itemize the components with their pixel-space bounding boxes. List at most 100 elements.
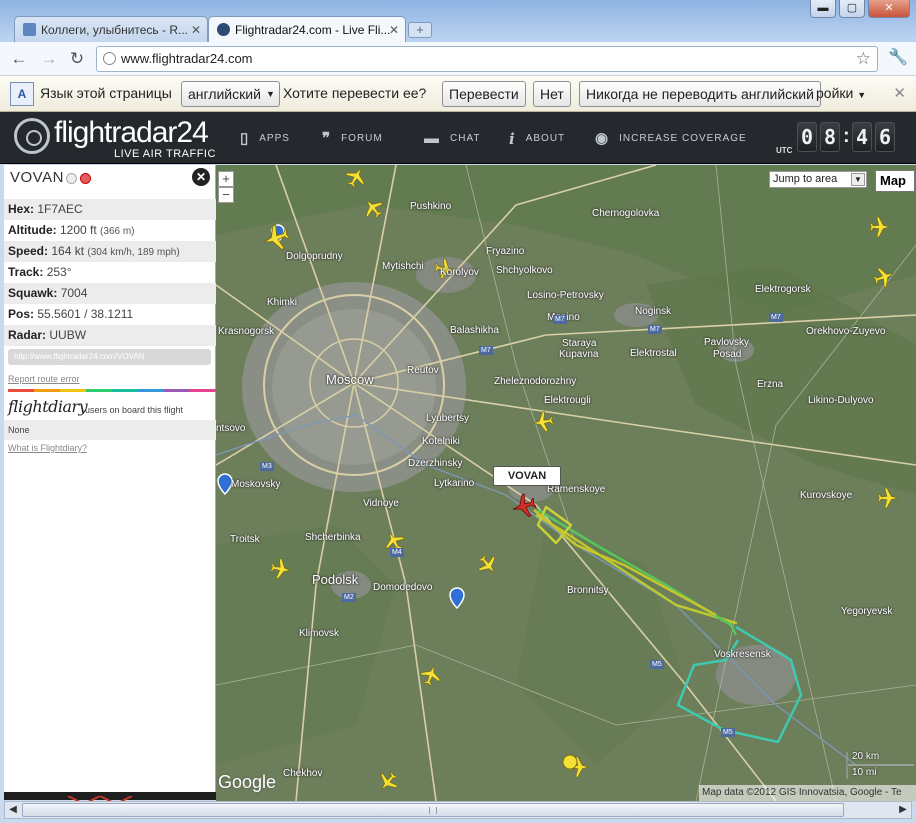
horizontal-scrollbar[interactable]: ◀ ▶ [4, 801, 912, 819]
minimize-icon[interactable]: ▬ [810, 0, 836, 18]
reload-icon[interactable]: ↻ [66, 48, 88, 70]
scrollbar-thumb[interactable] [22, 803, 844, 817]
eye-icon: ◉ [595, 130, 610, 147]
tab-close-icon[interactable]: ✕ [389, 17, 399, 42]
city-label: Likino-Dulyovo [808, 395, 874, 406]
chevron-down-icon: ▼ [857, 90, 867, 100]
bookmark-star-icon[interactable]: ☆ [856, 47, 871, 71]
language-select[interactable]: английский ▼ [181, 81, 280, 107]
address-bar[interactable]: www.flightradar24.com ☆ [96, 46, 878, 72]
selected-flight-label[interactable]: VOVAN [493, 466, 561, 486]
map-type-button[interactable]: Map [875, 170, 915, 192]
city-label: Orekhovo-Zuyevo [806, 326, 886, 337]
city-label: Erzna [757, 379, 784, 390]
forward-arrow-icon[interactable]: → [38, 48, 60, 70]
site-favicon-icon [23, 23, 36, 36]
row-label: Track: [8, 265, 44, 279]
translate-question: Хотите перевести ее? [283, 85, 427, 101]
close-window-icon[interactable]: ✕ [868, 0, 910, 18]
info-row-squawk: Squawk: 7004 [4, 283, 216, 304]
city-label: Kotelniki [422, 436, 460, 447]
flight-url-field[interactable]: http://www.flightradar24.com/VOVAN [8, 349, 211, 365]
nav-apps[interactable]: ▯ APPS [240, 130, 290, 148]
clock-digit: 8 [820, 122, 840, 152]
google-logo[interactable]: Google [218, 772, 276, 793]
tab-close-icon[interactable]: ✕ [191, 17, 201, 42]
tab-title: Коллеги, улыбнитесь - R... [41, 23, 189, 37]
chat-bubble-icon: ▬ [424, 130, 440, 147]
nav-about[interactable]: i ABOUT [509, 130, 565, 148]
no-button[interactable]: Нет [533, 81, 571, 107]
row-value: 7004 [60, 286, 88, 300]
airline-info-icon[interactable] [66, 173, 77, 184]
map-attribution[interactable]: Map data ©2012 GIS Innovatsia, Google - … [699, 785, 916, 801]
row-label: Squawk: [8, 286, 58, 300]
translate-icon: A [10, 82, 34, 106]
what-is-flightdiary-link[interactable]: What is Flightdiary? [8, 443, 87, 453]
tab-flightradar24[interactable]: Flightradar24.com - Live Fli... ✕ [208, 16, 406, 42]
maximize-icon[interactable]: ▢ [839, 0, 865, 18]
row-label: Hex: [8, 202, 35, 216]
selected-aircraft-icon [509, 491, 539, 521]
city-label: Voskresensk [714, 649, 771, 660]
options-dropdown[interactable]: ройки ▼ [816, 85, 866, 101]
city-label: Lytkarino [434, 478, 475, 489]
city-label: Kupavna [559, 349, 599, 360]
city-label: Elektrogorsk [755, 284, 811, 295]
info-row-track: Track: 253° [4, 262, 216, 283]
nav-increase-coverage[interactable]: ◉ INCREASE COVERAGE [595, 130, 747, 148]
info-row-altitude: Altitude: 1200 ft (366 m) [4, 220, 216, 241]
nav-chat[interactable]: ▬ CHAT [424, 130, 480, 148]
clock-digit: 6 [875, 122, 895, 152]
scale-mi: 10 mi [852, 767, 877, 778]
city-label: Elektrostal [630, 348, 677, 359]
infobar-close-icon[interactable]: ✕ [893, 84, 906, 102]
tab-kollegi[interactable]: Коллеги, улыбнитесь - R... ✕ [14, 16, 208, 42]
city-label: Shcherbinka [305, 532, 361, 543]
city-label: Khimki [267, 297, 298, 308]
road-shield: M7 [479, 346, 493, 355]
stop-icon[interactable] [80, 173, 91, 184]
nav-forum[interactable]: ❞ FORUM [322, 130, 383, 148]
city-label: Moskovsky [231, 479, 281, 490]
aircraft-icon [373, 767, 403, 797]
flightdiary-logo[interactable]: flightdiary [8, 397, 88, 416]
aircraft-icon [870, 263, 898, 291]
aircraft-icon [268, 556, 294, 582]
jump-to-area-select[interactable]: Jump to area ▼ [769, 171, 867, 188]
aircraft-icon [473, 550, 503, 580]
zoom-out-button[interactable]: − [218, 187, 234, 203]
nav-label: CHAT [450, 133, 481, 144]
aircraft-icon [341, 165, 371, 192]
city-label: Losino-Petrovsky [527, 290, 604, 301]
wrench-menu-icon[interactable]: 🔧 [888, 47, 908, 67]
new-tab-button[interactable]: + [408, 22, 432, 38]
city-label: Elektrougli [544, 395, 591, 406]
map-area[interactable]: + − Jump to area ▼ Map Pushkino Chernogo… [216, 165, 916, 801]
flightdiary-value: None [4, 420, 216, 440]
info-row-hex: Hex: 1F7AEC [4, 199, 216, 220]
site-tagline: LIVE AIR TRAFFIC [114, 148, 216, 160]
city-label: ntsovo [216, 423, 246, 434]
translate-button[interactable]: Перевести [442, 81, 526, 107]
close-panel-icon[interactable]: ✕ [192, 168, 210, 186]
city-label: Mytishchi [382, 261, 424, 272]
zoom-in-button[interactable]: + [218, 171, 234, 187]
warning-marker-icon [562, 754, 578, 770]
nav-label: FORUM [341, 133, 383, 144]
scroll-left-icon[interactable]: ◀ [5, 802, 21, 818]
chevron-down-icon: ▼ [265, 89, 275, 99]
info-row-speed: Speed: 164 kt (304 km/h, 189 mph) [4, 241, 216, 262]
row-label: Speed: [8, 244, 49, 258]
aircraft-icon [530, 409, 556, 435]
road-shield: M3 [260, 462, 274, 471]
row-value: 253° [46, 265, 72, 279]
scroll-right-icon[interactable]: ▶ [895, 802, 911, 818]
never-translate-button[interactable]: Никогда не переводить английский [579, 81, 821, 107]
site-logo[interactable]: flightradar24 [54, 116, 209, 150]
report-route-error-link[interactable]: Report route error [8, 374, 80, 384]
row-value: 164 kt [51, 244, 85, 258]
chevron-down-icon: ▼ [851, 173, 865, 186]
back-arrow-icon[interactable]: ← [8, 48, 30, 70]
road-shield: M4 [390, 548, 404, 557]
